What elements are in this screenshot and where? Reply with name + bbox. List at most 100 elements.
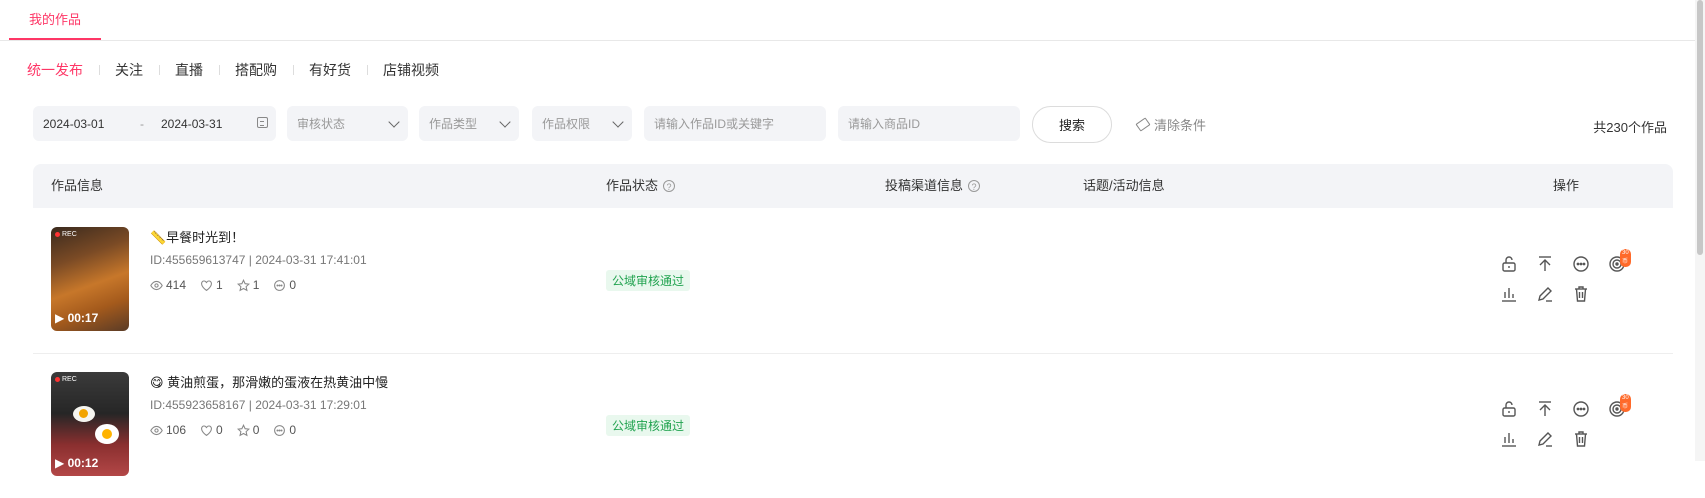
subtab-follow[interactable]: 关注 — [99, 60, 159, 80]
top-tab-bar: 我的作品 — [0, 0, 1705, 41]
analytics-button[interactable] — [1498, 428, 1520, 450]
analytics-button[interactable] — [1498, 283, 1520, 305]
calendar-icon — [257, 117, 268, 128]
favorites-count: 0 — [252, 423, 260, 437]
likes-count: 1 — [216, 278, 223, 292]
header-topic-info-label: 话题/活动信息 — [1083, 178, 1165, 193]
video-duration: ▶ 00:12 — [55, 456, 99, 470]
promote-button[interactable]: 30币 — [1606, 394, 1631, 420]
comment-icon — [274, 424, 286, 436]
favorites-stat: 0 — [236, 423, 260, 437]
comments-count: 0 — [289, 423, 297, 437]
work-meta: ID:455659613747 | 2024-03-31 17:41:01 — [150, 253, 367, 267]
star-icon — [236, 278, 250, 291]
subtab-live[interactable]: 直播 — [159, 60, 219, 80]
bar-chart-icon — [1502, 433, 1516, 447]
eye-icon — [150, 425, 163, 435]
comments-count: 0 — [289, 278, 297, 292]
work-title[interactable]: 📏早餐时光到！ — [150, 227, 244, 246]
coin-badge: 30币 — [1620, 394, 1631, 412]
keyword-placeholder: 请输入作品ID或关键字 — [654, 117, 775, 131]
views-stat: 414 — [150, 278, 186, 292]
date-end: 2024-03-31 — [161, 116, 223, 131]
delete-button[interactable] — [1570, 283, 1592, 305]
work-type-placeholder: 作品类型 — [429, 117, 478, 131]
pencil-icon — [1538, 432, 1552, 447]
status-badge: 公域审核通过 — [606, 270, 691, 291]
views-count: 106 — [166, 423, 187, 437]
comments-button[interactable] — [1570, 253, 1592, 275]
status-badge: 公域审核通过 — [606, 415, 691, 436]
comments-stat: 0 — [273, 278, 296, 292]
review-status-select[interactable]: 审核状态 — [287, 106, 408, 141]
edit-button[interactable] — [1534, 428, 1556, 450]
eye-icon — [150, 280, 163, 290]
sub-tabs: 统一发布 关注 直播 搭配购 有好货 店铺视频 — [27, 60, 455, 80]
video-duration: ▶ 00:17 — [55, 311, 99, 325]
likes-stat: 1 — [200, 278, 223, 292]
work-permission-select[interactable]: 作品权限 — [532, 106, 632, 141]
egg-image — [73, 406, 95, 422]
heart-icon — [201, 280, 212, 291]
star-icon — [236, 423, 250, 436]
header-work-status: 作品状态 ? — [606, 164, 676, 208]
help-icon[interactable]: ? — [663, 180, 676, 192]
subtab-good-goods[interactable]: 有好货 — [293, 60, 367, 80]
favorites-stat: 1 — [236, 278, 259, 292]
vertical-scrollbar[interactable] — [1695, 0, 1705, 461]
permission-lock-button[interactable] — [1498, 253, 1520, 275]
scrollbar-thumb[interactable] — [1697, 0, 1703, 255]
unlock-icon — [1502, 401, 1516, 417]
video-thumbnail[interactable]: REC ▶ 00:12 — [51, 372, 129, 476]
date-separator: - — [140, 116, 144, 131]
header-channel-info-label: 投稿渠道信息 — [885, 178, 964, 193]
table-row: REC ▶ 00:17 📏早餐时光到！ ID:455659613747 | 20… — [33, 208, 1673, 354]
subtab-store-video[interactable]: 店铺视频 — [367, 60, 455, 80]
pencil-icon — [1538, 287, 1552, 302]
product-id-input[interactable]: 请输入商品ID — [838, 106, 1020, 141]
product-id-placeholder: 请输入商品ID — [848, 117, 921, 131]
upload-arrow-icon — [1539, 401, 1551, 416]
trash-icon — [1575, 286, 1587, 302]
chat-bubble-icon — [1573, 256, 1589, 272]
upload-arrow-icon — [1539, 256, 1551, 271]
trash-icon — [1575, 431, 1587, 447]
video-thumbnail[interactable]: REC ▶ 00:17 — [51, 227, 129, 331]
work-permission-placeholder: 作品权限 — [542, 117, 591, 131]
review-status-placeholder: 审核状态 — [297, 117, 346, 131]
search-button[interactable]: 搜索 — [1032, 106, 1112, 143]
keyword-search-input[interactable]: 请输入作品ID或关键字 — [644, 106, 826, 141]
date-start: 2024-03-01 — [43, 116, 105, 131]
rec-badge: REC — [55, 231, 77, 238]
work-meta: ID:455923658167 | 2024-03-31 17:29:01 — [150, 398, 367, 412]
comments-button[interactable] — [1570, 398, 1592, 420]
header-work-info: 作品信息 — [51, 164, 103, 208]
help-icon[interactable]: ? — [968, 180, 981, 192]
promote-button[interactable]: 30币 — [1606, 249, 1631, 275]
date-range-picker[interactable]: 2024-03-01 - 2024-03-31 — [33, 106, 276, 141]
heart-icon — [201, 425, 212, 436]
egg-image — [95, 424, 119, 444]
pin-top-button[interactable] — [1534, 398, 1556, 420]
permission-lock-button[interactable] — [1498, 398, 1520, 420]
chevron-down-icon — [612, 116, 624, 128]
pin-top-button[interactable] — [1534, 253, 1556, 275]
eraser-icon — [1135, 117, 1151, 132]
clear-filters-button[interactable]: 清除条件 — [1135, 115, 1206, 134]
delete-button[interactable] — [1570, 428, 1592, 450]
header-work-info-label: 作品信息 — [51, 178, 104, 193]
tab-my-works[interactable]: 我的作品 — [9, 0, 101, 40]
chevron-down-icon — [388, 116, 400, 128]
likes-count: 0 — [216, 423, 223, 437]
table-header: 作品信息 作品状态 ? 投稿渠道信息 ? 话题/活动信息 操作 — [33, 164, 1673, 208]
subtab-bundle-buy[interactable]: 搭配购 — [219, 60, 293, 80]
edit-button[interactable] — [1534, 283, 1556, 305]
header-channel-info: 投稿渠道信息 ? — [885, 164, 981, 208]
header-topic-info: 话题/活动信息 — [1083, 164, 1165, 208]
subtab-unified-publish[interactable]: 统一发布 — [27, 60, 99, 80]
header-actions: 操作 — [1553, 164, 1579, 208]
work-type-select[interactable]: 作品类型 — [419, 106, 519, 141]
bar-chart-icon — [1502, 288, 1516, 302]
work-title[interactable]: 😋 黄油煎蛋，那滑嫩的蛋液在热黄油中慢 — [150, 372, 388, 391]
comment-icon — [274, 279, 286, 291]
